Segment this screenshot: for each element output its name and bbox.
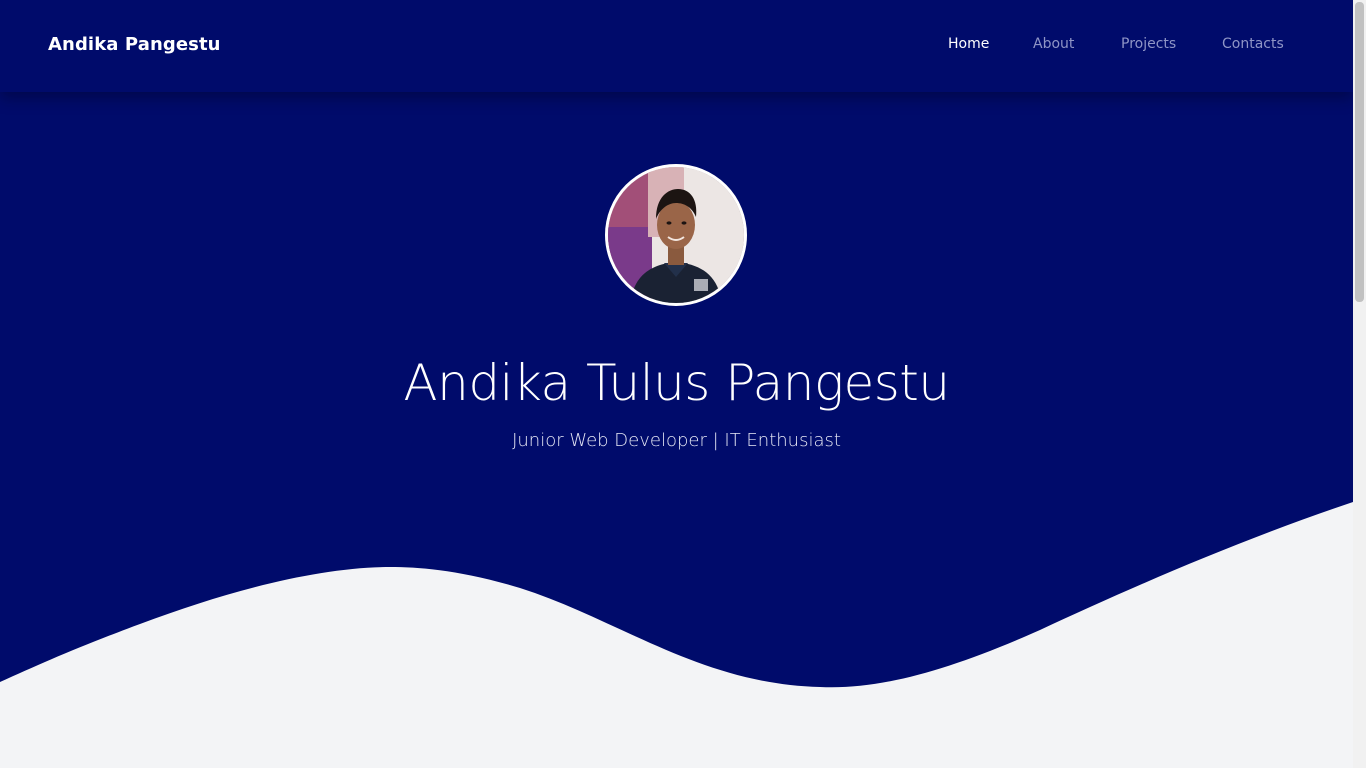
profile-avatar <box>605 164 747 306</box>
navbar: Andika Pangestu Home About Projects Cont… <box>0 0 1353 92</box>
hero-section: Andika Tulus Pangestu Junior Web Develop… <box>0 92 1353 552</box>
nav-link-home[interactable]: Home <box>948 36 989 52</box>
scrollbar[interactable] <box>1353 0 1366 768</box>
nav-link-contacts[interactable]: Contacts <box>1222 36 1284 52</box>
hero-subtitle: Junior Web Developer | IT Enthusiast <box>512 430 841 451</box>
nav-link-about[interactable]: About <box>1033 36 1074 52</box>
scrollbar-thumb[interactable] <box>1355 2 1364 302</box>
nav-link-projects[interactable]: Projects <box>1121 36 1176 52</box>
page: Andika Pangestu Home About Projects Cont… <box>0 0 1366 768</box>
nav-links: Home About Projects Contacts <box>0 36 1353 58</box>
hero-name: Andika Tulus Pangestu <box>403 354 950 412</box>
profile-photo <box>608 167 744 303</box>
